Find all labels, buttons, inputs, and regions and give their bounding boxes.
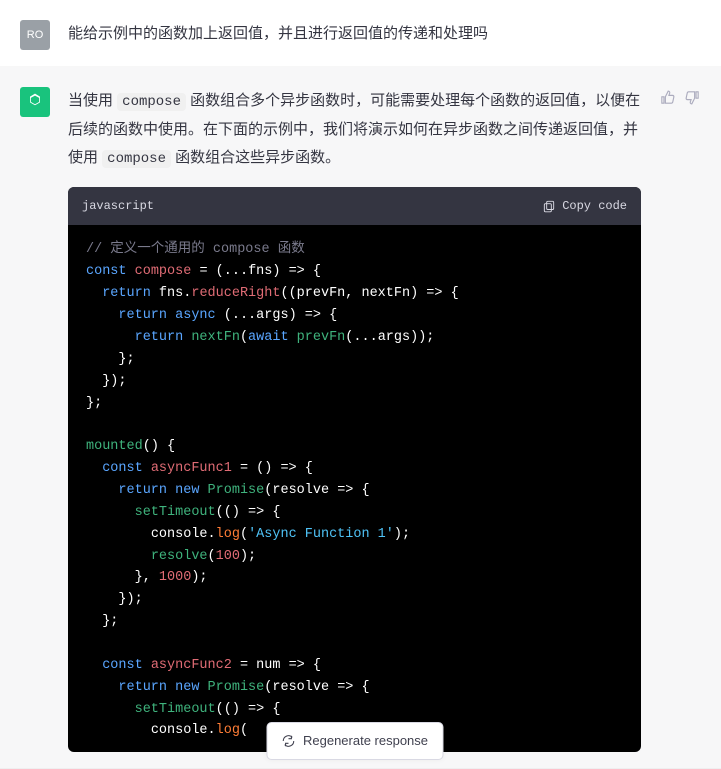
- code-token: Promise: [208, 680, 265, 695]
- code-token: asyncFunc2: [151, 658, 232, 673]
- code-token: console: [151, 527, 208, 542]
- code-token: const: [102, 461, 143, 476]
- thumbs-down-icon: [684, 89, 701, 106]
- code-token: resolve: [151, 549, 208, 564]
- code-token: console: [151, 723, 208, 738]
- code-token: mounted: [86, 439, 143, 454]
- reply-part: 当使用: [68, 92, 117, 109]
- code-token: log: [216, 723, 240, 738]
- code-token: return: [135, 330, 184, 345]
- code-block: javascript Copy code // 定义一个通用的 compose …: [68, 187, 641, 753]
- code-token: return: [102, 286, 151, 301]
- code-token: return: [118, 483, 167, 498]
- code-token: new: [175, 483, 199, 498]
- code-token: resolve: [272, 680, 329, 695]
- code-token: prevFn: [297, 286, 346, 301]
- inline-code: compose: [102, 150, 171, 168]
- code-content: // 定义一个通用的 compose 函数 const compose = (.…: [68, 225, 641, 752]
- code-token: log: [216, 527, 240, 542]
- code-token: fns: [159, 286, 183, 301]
- code-token: const: [86, 264, 127, 279]
- refresh-icon: [281, 734, 295, 748]
- code-token: nextFn: [361, 286, 410, 301]
- copy-code-label: Copy code: [562, 195, 627, 218]
- code-header: javascript Copy code: [68, 187, 641, 226]
- openai-logo-icon: [25, 92, 45, 112]
- code-token: return: [118, 308, 167, 323]
- assistant-message-content: 当使用 compose 函数组合多个异步函数时，可能需要处理每个函数的返回值，以…: [68, 87, 641, 752]
- user-message-text: 能给示例中的函数加上返回值，并且进行返回值的传递和处理吗: [68, 20, 701, 50]
- code-token: asyncFunc1: [151, 461, 232, 476]
- code-token: setTimeout: [135, 505, 216, 520]
- code-token: return: [118, 680, 167, 695]
- code-token: 'Async Function 1': [248, 527, 394, 542]
- clipboard-icon: [542, 199, 556, 213]
- inline-code: compose: [117, 93, 186, 111]
- user-message-row: RO 能给示例中的函数加上返回值，并且进行返回值的传递和处理吗: [0, 0, 721, 67]
- copy-code-button[interactable]: Copy code: [542, 195, 627, 218]
- code-token: const: [102, 658, 143, 673]
- code-token: new: [175, 680, 199, 695]
- user-avatar: RO: [20, 20, 50, 50]
- regenerate-label: Regenerate response: [303, 729, 428, 754]
- code-token: async: [175, 308, 216, 323]
- code-language-label: javascript: [82, 195, 154, 218]
- thumbs-up-icon: [659, 89, 676, 106]
- code-token: setTimeout: [135, 702, 216, 717]
- feedback-buttons: [659, 87, 701, 752]
- reply-text: 当使用 compose 函数组合多个异步函数时，可能需要处理每个函数的返回值，以…: [68, 92, 640, 166]
- assistant-avatar: [20, 87, 50, 117]
- code-token: 1000: [159, 570, 191, 585]
- regenerate-button[interactable]: Regenerate response: [266, 722, 443, 761]
- code-token: reduceRight: [191, 286, 280, 301]
- code-token: args: [378, 330, 410, 345]
- thumbs-up-button[interactable]: [659, 89, 676, 752]
- code-token: 100: [216, 549, 240, 564]
- code-token: fns: [248, 264, 272, 279]
- code-token: args: [256, 308, 288, 323]
- assistant-message-row: 当使用 compose 函数组合多个异步函数时，可能需要处理每个函数的返回值，以…: [0, 67, 721, 769]
- thumbs-down-button[interactable]: [684, 89, 701, 752]
- reply-part: 函数组合这些异步函数。: [171, 149, 340, 166]
- code-token: num: [256, 658, 280, 673]
- code-token: compose: [135, 264, 192, 279]
- code-token: await: [248, 330, 289, 345]
- code-token: prevFn: [297, 330, 346, 345]
- code-token: resolve: [272, 483, 329, 498]
- code-token: nextFn: [191, 330, 240, 345]
- code-token: Promise: [208, 483, 265, 498]
- code-comment: // 定义一个通用的 compose 函数: [86, 242, 305, 257]
